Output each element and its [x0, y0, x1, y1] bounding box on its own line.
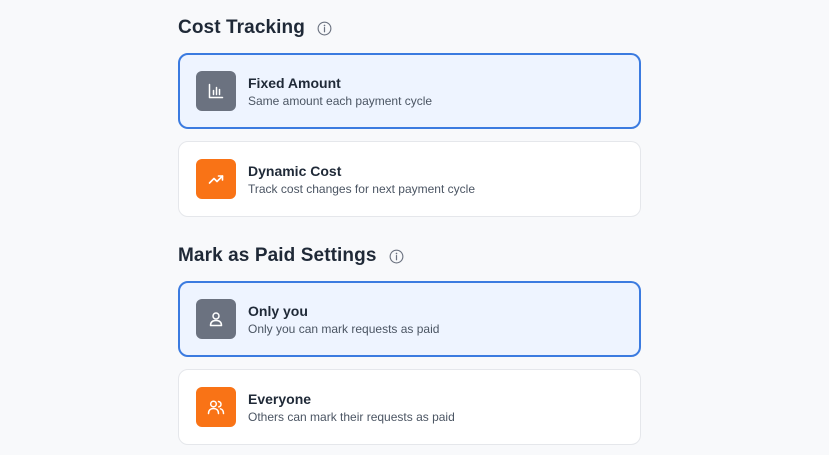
option-everyone[interactable]: Everyone Others can mark their requests …: [178, 369, 641, 445]
option-dynamic-cost[interactable]: Dynamic Cost Track cost changes for next…: [178, 141, 641, 217]
option-text: Only you Only you can mark requests as p…: [248, 302, 439, 337]
option-title: Dynamic Cost: [248, 162, 342, 179]
cost-tracking-title: Cost Tracking: [178, 17, 305, 38]
trending-up-icon: [196, 159, 236, 199]
info-icon[interactable]: [317, 21, 332, 36]
option-text: Everyone Others can mark their requests …: [248, 390, 455, 425]
bar-chart-icon: [196, 71, 236, 111]
option-title: Fixed Amount: [248, 74, 341, 91]
option-text: Fixed Amount Same amount each payment cy…: [248, 74, 432, 109]
option-text: Dynamic Cost Track cost changes for next…: [248, 162, 475, 197]
option-description: Track cost changes for next payment cycl…: [248, 181, 475, 196]
option-description: Same amount each payment cycle: [248, 93, 433, 108]
option-description: Only you can mark requests as paid: [248, 321, 440, 336]
info-icon[interactable]: [389, 249, 404, 264]
option-only-you[interactable]: Only you Only you can mark requests as p…: [178, 281, 641, 357]
option-fixed-amount[interactable]: Fixed Amount Same amount each payment cy…: [178, 53, 641, 129]
users-icon: [196, 387, 236, 427]
mark-paid-header: Mark as Paid Settings: [178, 244, 404, 268]
option-description: Others can mark their requests as paid: [248, 409, 455, 424]
option-title: Everyone: [248, 390, 312, 407]
user-icon: [196, 299, 236, 339]
mark-paid-title: Mark as Paid Settings: [178, 245, 377, 266]
option-title: Only you: [248, 302, 308, 319]
cost-tracking-header: Cost Tracking: [178, 16, 332, 40]
